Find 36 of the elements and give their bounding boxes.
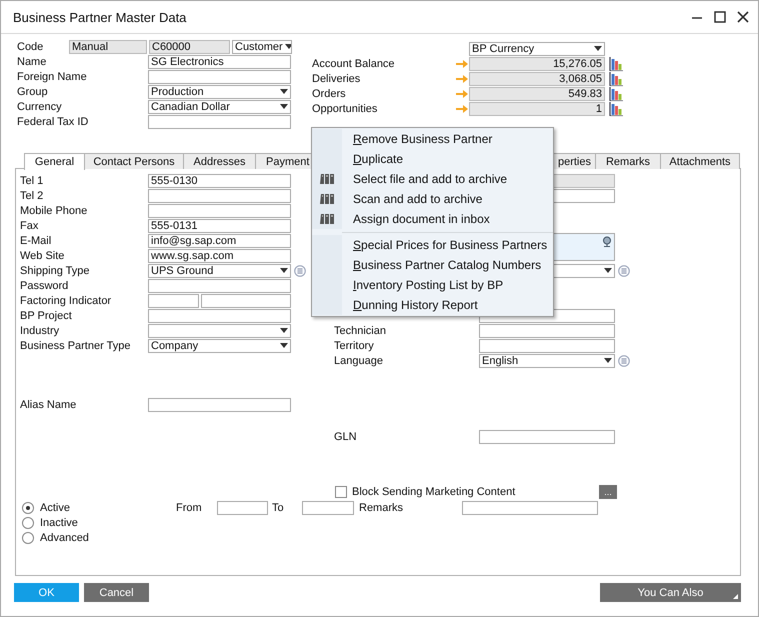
field-label: Deliveries [312, 72, 362, 84]
field-label: Orders [312, 88, 347, 100]
field-label: Factoring Indicator [20, 294, 112, 306]
field-label: Currency [17, 100, 63, 112]
field-label: Name [17, 56, 48, 68]
amount-field: 1 [469, 102, 605, 116]
field-label: Language [334, 354, 384, 366]
field-label: Technician [334, 324, 387, 336]
field-label: Business Partner Type [20, 340, 132, 352]
field-label: Territory [334, 340, 375, 352]
field-label: E-Mail [20, 234, 52, 246]
field-label: Industry [20, 324, 60, 336]
field-label: Tel 2 [20, 190, 44, 202]
field-label: Password [20, 280, 70, 292]
field-label: Shipping Type [20, 264, 91, 276]
field-label: Code [17, 40, 44, 52]
field-label: Foreign Name [17, 70, 88, 82]
field-label: Web Site [20, 250, 66, 262]
field-label: Account Balance [312, 58, 396, 70]
field-label: Alias Name [20, 398, 78, 410]
field-label: Opportunities [312, 102, 378, 114]
field-label: BP Project [20, 310, 73, 322]
field-label: Group [17, 86, 49, 98]
amount-field: 15,276.05 [469, 56, 605, 70]
field-label: GLN [334, 430, 358, 442]
field-label: Remarks [359, 502, 404, 514]
window-title: Business Partner Master Data [13, 10, 188, 24]
field-label: To [272, 502, 285, 514]
field-label: Tel 1 [20, 174, 44, 186]
amount-field: 549.83 [469, 86, 605, 100]
amount-field: 3,068.05 [469, 72, 605, 86]
field-label: Fax [20, 220, 40, 232]
field-label: From [176, 502, 203, 514]
field-label: Federal Tax ID [17, 116, 90, 128]
input-field: C60000 [149, 40, 230, 54]
field-label: Mobile Phone [20, 204, 88, 216]
